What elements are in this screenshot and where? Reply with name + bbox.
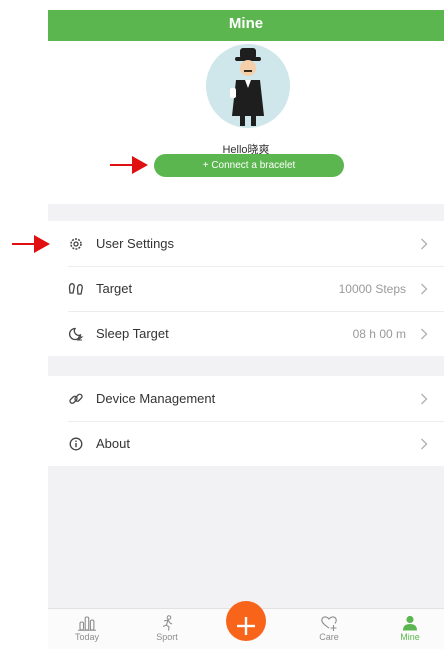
chevron-right-icon (421, 438, 428, 449)
tab-label: Care (319, 632, 339, 642)
shoes-icon (68, 281, 84, 297)
tab-sport[interactable]: Sport (137, 609, 197, 649)
tab-mine[interactable]: Mine (380, 609, 440, 649)
gentleman-avatar-icon (230, 48, 264, 126)
tab-label: Today (74, 632, 100, 642)
bottom-tab-bar: Today Sport Care Mine (48, 601, 444, 649)
page-title: Mine (48, 10, 444, 41)
plus-icon (237, 617, 255, 635)
person-icon (403, 615, 417, 631)
add-button[interactable] (226, 601, 266, 641)
settings-item-user-settings[interactable]: User Settings (48, 221, 444, 266)
chevron-right-icon (421, 238, 428, 249)
heart-plus-icon (321, 616, 337, 631)
settings-group: User Settings Target 10000 Steps Sleep T… (48, 221, 444, 356)
settings-item-label: About (96, 436, 130, 451)
bar-chart-icon (78, 616, 96, 631)
settings-item-label: Target (96, 281, 133, 296)
red-annotation-arrow-icon (12, 235, 50, 253)
settings-item-target[interactable]: Target 10000 Steps (48, 266, 444, 311)
settings-item-sleep-target[interactable]: Sleep Target 08 h 00 m (48, 311, 444, 356)
settings-item-label: User Settings (96, 236, 175, 251)
running-icon (162, 615, 173, 631)
chevron-right-icon (421, 393, 428, 404)
tab-label: Sport (156, 632, 178, 642)
chevron-right-icon (421, 283, 428, 294)
connect-bracelet-button[interactable]: + Connect a bracelet (154, 154, 344, 177)
info-icon (68, 436, 84, 452)
tab-care[interactable]: Care (299, 609, 359, 649)
device-group: Device Management About (48, 376, 444, 466)
link-icon (68, 391, 84, 407)
tab-label: Mine (400, 632, 420, 642)
settings-item-label: Sleep Target (96, 326, 169, 341)
settings-item-label: Device Management (96, 391, 216, 406)
sleep-target-value: 08 h 00 m (352, 326, 406, 341)
target-value: 10000 Steps (338, 281, 406, 296)
red-annotation-arrow-icon (110, 156, 148, 174)
tab-today[interactable]: Today (57, 609, 117, 649)
settings-item-about[interactable]: About (48, 421, 444, 466)
profile-section: Hello晓爽 + Connect a bracelet (48, 41, 444, 204)
moon-icon (68, 326, 84, 342)
gear-icon (68, 236, 84, 252)
avatar[interactable] (206, 44, 290, 128)
app-screen: Mine Hello晓爽 + Connect a bracelet User S… (48, 10, 444, 649)
chevron-right-icon (421, 328, 428, 339)
settings-item-device-management[interactable]: Device Management (48, 376, 444, 421)
